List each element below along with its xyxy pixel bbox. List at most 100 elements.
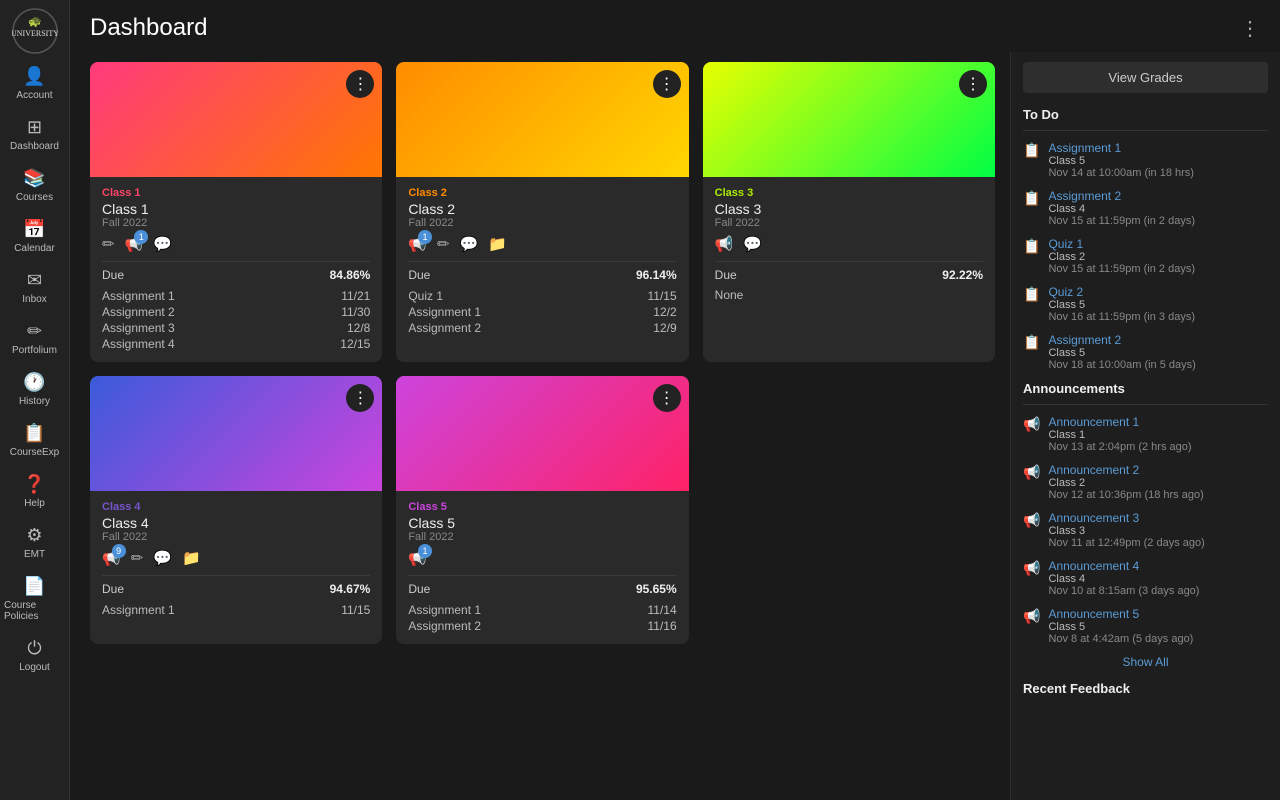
sidebar-item-dashboard[interactable]: ⊞ Dashboard	[0, 109, 69, 160]
announcement-title[interactable]: Announcement 5	[1048, 607, 1268, 621]
announcement-title[interactable]: Announcement 4	[1048, 559, 1268, 573]
card-icons-row: 📢 💬	[715, 235, 983, 253]
card-body: Class 2 Class 2 Fall 2022 1📢 ✏ 💬 📁 Due 9…	[396, 177, 688, 362]
inbox-icon: ✉	[27, 270, 42, 291]
assignment-date: 11/15	[648, 289, 677, 303]
todo-title[interactable]: Quiz 1	[1048, 237, 1268, 251]
announce-icon: 📢	[1023, 560, 1040, 577]
assignment-row: Assignment 4 12/15	[102, 336, 370, 352]
announcement-title[interactable]: Announcement 2	[1048, 463, 1268, 477]
todo-title[interactable]: Assignment 2	[1048, 189, 1268, 203]
content-area: ⋮ Class 1 Class 1 Fall 2022 ✏ 1📢 💬 Due 8…	[70, 52, 1280, 800]
notification-badge: 9	[112, 544, 126, 558]
recent-feedback-title: Recent Feedback	[1023, 681, 1268, 696]
card-icons-row: 1📢 ✏ 💬 📁	[408, 235, 676, 253]
sidebar-item-calendar[interactable]: 📅Calendar	[0, 211, 69, 262]
todo-class: Class 5	[1048, 347, 1268, 359]
sidebar-item-label: Calendar	[14, 243, 55, 254]
course-grid: ⋮ Class 1 Class 1 Fall 2022 ✏ 1📢 💬 Due 8…	[70, 52, 1010, 800]
card-banner: ⋮	[90, 376, 382, 491]
sidebar-item-help[interactable]: ❓Help	[0, 466, 69, 517]
announce-icon[interactable]: 📢	[715, 235, 734, 253]
assignment-row: Quiz 1 11/15	[408, 288, 676, 304]
chat-icon[interactable]: 💬	[460, 235, 479, 253]
grade-value: 84.86%	[330, 268, 371, 282]
sidebar-item-logout[interactable]: ⏻Logout	[0, 630, 69, 681]
sidebar-item-label: Help	[24, 498, 45, 509]
announce-icon[interactable]: 9📢	[102, 549, 121, 567]
sidebar-item-label: Inbox	[22, 294, 46, 305]
edit-icon[interactable]: ✏	[437, 235, 450, 253]
card-due-row: Due 92.22%	[715, 268, 983, 282]
card-divider	[715, 261, 983, 262]
card-banner: ⋮	[396, 376, 688, 491]
announcement-title[interactable]: Announcement 3	[1048, 511, 1268, 525]
show-all-button[interactable]: Show All	[1023, 655, 1268, 669]
folder-icon[interactable]: 📁	[182, 549, 201, 567]
card-semester: Fall 2022	[715, 217, 983, 229]
card-options-button[interactable]: ⋮	[653, 70, 681, 98]
todo-item: 📋 Quiz 2 Class 5 Nov 16 at 11:59pm (in 3…	[1023, 285, 1268, 323]
sidebar-item-emt[interactable]: ⚙EMT	[0, 517, 69, 568]
todo-icon: 📋	[1023, 190, 1040, 207]
sidebar-item-courses[interactable]: 📚Courses	[0, 160, 69, 211]
view-grades-button[interactable]: View Grades	[1023, 62, 1268, 93]
assignment-name: Assignment 4	[102, 337, 175, 351]
card-options-button[interactable]: ⋮	[653, 384, 681, 412]
announce-icon: 📢	[1023, 464, 1040, 481]
card-divider	[102, 575, 370, 576]
sidebar-item-coursepolicies[interactable]: 📄Course Policies	[0, 568, 69, 630]
assignment-date: 12/9	[653, 321, 676, 335]
chat-icon[interactable]: 💬	[743, 235, 762, 253]
card-options-button[interactable]: ⋮	[959, 70, 987, 98]
sidebar-item-label: Dashboard	[10, 141, 59, 152]
course-card-class3: ⋮ Class 3 Class 3 Fall 2022 📢 💬 Due 92.2…	[703, 62, 995, 362]
todo-title[interactable]: Assignment 2	[1048, 333, 1268, 347]
folder-icon[interactable]: 📁	[488, 235, 507, 253]
sidebar-item-label: EMT	[24, 549, 45, 560]
sidebar-item-account[interactable]: 👤Account	[0, 58, 69, 109]
account-icon: 👤	[23, 66, 45, 87]
announcement-title[interactable]: Announcement 1	[1048, 415, 1268, 429]
chat-icon[interactable]: 💬	[153, 235, 172, 253]
course-card-class5: ⋮ Class 5 Class 5 Fall 2022 1📢 Due 95.65…	[396, 376, 688, 644]
todo-title[interactable]: Assignment 1	[1048, 141, 1268, 155]
todo-title[interactable]: Quiz 2	[1048, 285, 1268, 299]
edit-icon[interactable]: ✏	[131, 549, 144, 567]
announcements-section-title: Announcements	[1023, 381, 1268, 396]
assignment-row: Assignment 1 12/2	[408, 304, 676, 320]
assignment-name: Assignment 1	[102, 603, 175, 617]
todo-info: Assignment 2 Class 5 Nov 18 at 10:00am (…	[1048, 333, 1268, 371]
logout-icon: ⏻	[27, 638, 41, 659]
announce-icon[interactable]: 1📢	[125, 235, 144, 253]
todo-date: Nov 16 at 11:59pm (in 3 days)	[1048, 311, 1268, 323]
chat-icon[interactable]: 💬	[153, 549, 172, 567]
card-semester: Fall 2022	[408, 531, 676, 543]
card-due-row: Due 96.14%	[408, 268, 676, 282]
dashboard-icon: ⊞	[27, 117, 42, 138]
assignment-row: Assignment 2 11/16	[408, 618, 676, 634]
edit-icon[interactable]: ✏	[102, 235, 115, 253]
due-label: Due	[102, 582, 124, 596]
sidebar-item-portfolium[interactable]: ✏Portfolium	[0, 313, 69, 364]
announcement-date: Nov 10 at 8:15am (3 days ago)	[1048, 585, 1268, 597]
assignment-row: Assignment 1 11/15	[102, 602, 370, 618]
assignment-name: Assignment 1	[102, 289, 175, 303]
history-icon: 🕐	[23, 372, 45, 393]
header-options-button[interactable]: ⋮	[1240, 16, 1260, 41]
todo-list: 📋 Assignment 1 Class 5 Nov 14 at 10:00am…	[1023, 141, 1268, 371]
sidebar-item-history[interactable]: 🕐History	[0, 364, 69, 415]
todo-item: 📋 Assignment 1 Class 5 Nov 14 at 10:00am…	[1023, 141, 1268, 179]
announce-icon: 📢	[1023, 608, 1040, 625]
sidebar-item-courseexp[interactable]: 📋CourseExp	[0, 415, 69, 466]
todo-section-title: To Do	[1023, 107, 1268, 122]
main-area: Dashboard ⋮ ⋮ Class 1 Class 1 Fall 2022 …	[70, 0, 1280, 800]
sidebar-item-inbox[interactable]: ✉ Inbox	[0, 262, 69, 313]
no-assignments: None	[715, 288, 983, 302]
announce-icon[interactable]: 1📢	[408, 235, 427, 253]
card-due-row: Due 95.65%	[408, 582, 676, 596]
announce-icon[interactable]: 1📢	[408, 549, 427, 567]
assignment-name: Quiz 1	[408, 289, 443, 303]
sidebar: UNIVERSITY 🐢 👤Account⊞Dashboard📚Courses📅…	[0, 0, 70, 800]
assignment-row: Assignment 1 11/21	[102, 288, 370, 304]
